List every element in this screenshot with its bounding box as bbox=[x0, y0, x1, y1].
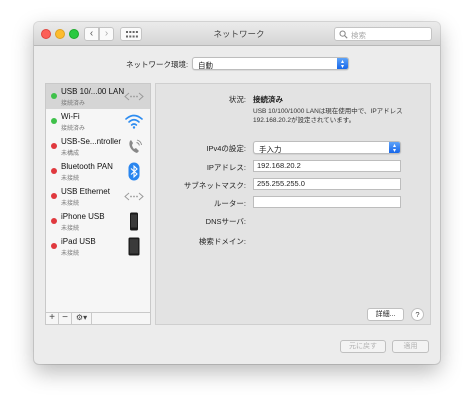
window-title: ネットワーク bbox=[213, 29, 265, 39]
service-name: Wi-Fi bbox=[61, 112, 80, 121]
minimize-window-button[interactable] bbox=[55, 29, 65, 39]
service-action-menu-button[interactable]: ⚙▾ bbox=[72, 313, 92, 324]
status-dot-icon bbox=[51, 118, 57, 124]
chevron-left-icon: ‹ bbox=[89, 28, 94, 39]
revert-button[interactable]: 元に戻す bbox=[340, 340, 386, 353]
service-item[interactable]: USB-Se...ntroller 未構成 bbox=[46, 134, 150, 159]
ip-address-label: IPアドレス: bbox=[206, 163, 246, 172]
search-placeholder: 検索 bbox=[351, 31, 366, 40]
add-service-button[interactable]: + bbox=[46, 313, 59, 324]
title-bar: ‹ › ネットワーク 検索 bbox=[34, 22, 440, 46]
location-label: ネットワーク環境: bbox=[126, 60, 189, 69]
iphone-icon bbox=[123, 211, 145, 232]
service-name: Bluetooth PAN bbox=[61, 162, 113, 171]
ethernet-icon bbox=[123, 186, 145, 207]
grid-icon bbox=[126, 31, 138, 38]
close-window-button[interactable] bbox=[41, 29, 51, 39]
service-name: iPhone USB bbox=[61, 212, 105, 221]
remove-service-button[interactable]: − bbox=[59, 313, 72, 324]
help-button[interactable]: ? bbox=[411, 308, 424, 321]
service-name: USB 10/...00 LAN bbox=[61, 87, 125, 96]
service-name: USB-Se...ntroller bbox=[61, 137, 122, 146]
ethernet-icon bbox=[123, 86, 145, 107]
service-item[interactable]: iPhone USB 未接続 bbox=[46, 209, 150, 234]
status-note-line-1: USB 10/100/1000 LANは現在使用中で、IPアドレス bbox=[253, 108, 403, 115]
service-status: 未接続 bbox=[61, 251, 80, 257]
search-field[interactable]: 検索 bbox=[334, 27, 432, 41]
popup-arrows-icon: ▴ ▾ bbox=[389, 142, 400, 154]
dns-server-label: DNSサーバ: bbox=[205, 217, 246, 226]
service-status: 未接続 bbox=[61, 201, 80, 207]
status-note-line-2: 192.168.20.2が設定されています。 bbox=[253, 117, 356, 124]
service-list[interactable]: USB 10/...00 LAN 接続済み Wi-Fi 接続済み USB-Se...nt… bbox=[45, 83, 151, 313]
status-label: 状況: bbox=[228, 95, 246, 104]
popup-arrows-icon: ▴ ▾ bbox=[337, 58, 348, 70]
status-dot-icon bbox=[51, 243, 57, 249]
apply-button[interactable]: 適用 bbox=[392, 340, 429, 353]
service-status: 未接続 bbox=[61, 176, 80, 182]
status-value: 接続済み bbox=[253, 95, 283, 104]
service-status: 接続済み bbox=[61, 126, 86, 132]
service-status: 未構成 bbox=[61, 151, 80, 157]
service-detail-panel: 状況: 接続済み USB 10/100/1000 LANは現在使用中で、IPアド… bbox=[155, 83, 431, 325]
status-dot-icon bbox=[51, 193, 57, 199]
location-value: 自動 bbox=[198, 61, 213, 70]
ip-address-field[interactable]: 192.168.20.2 bbox=[253, 160, 401, 172]
status-dot-icon bbox=[51, 93, 57, 99]
service-list-toolbar: + − ⚙▾ bbox=[45, 312, 151, 325]
service-item[interactable]: USB 10/...00 LAN 接続済み bbox=[46, 84, 150, 109]
wifi-icon bbox=[123, 111, 145, 132]
zoom-window-button[interactable] bbox=[69, 29, 79, 39]
phone-icon bbox=[123, 136, 145, 157]
service-name: iPad USB bbox=[61, 237, 96, 246]
router-label: ルーター: bbox=[213, 199, 246, 208]
show-all-button[interactable] bbox=[120, 27, 142, 41]
service-item[interactable]: iPad USB 未接続 bbox=[46, 234, 150, 259]
location-popup[interactable]: 自動 ▴ ▾ bbox=[192, 57, 349, 70]
advanced-button[interactable]: 詳細... bbox=[367, 308, 404, 321]
network-preferences-window: ‹ › ネットワーク 検索 ネットワーク環境: 自動 ▴ ▾ USB 10/... bbox=[34, 22, 440, 364]
service-item[interactable]: Wi-Fi 接続済み bbox=[46, 109, 150, 134]
search-icon bbox=[339, 30, 348, 39]
forward-button[interactable]: › bbox=[99, 27, 114, 41]
ipv4-config-popup[interactable]: 手入力 ▴ ▾ bbox=[253, 141, 401, 154]
service-status: 接続済み bbox=[61, 101, 86, 107]
subnet-mask-label: サブネットマスク: bbox=[183, 181, 246, 190]
search-domain-label: 検索ドメイン: bbox=[198, 237, 246, 246]
service-item[interactable]: Bluetooth PAN 未接続 bbox=[46, 159, 150, 184]
status-dot-icon bbox=[51, 218, 57, 224]
bluetooth-icon bbox=[123, 161, 145, 182]
chevron-right-icon: › bbox=[104, 28, 109, 39]
ipv4-config-value: 手入力 bbox=[259, 145, 282, 154]
back-button[interactable]: ‹ bbox=[84, 27, 99, 41]
router-field[interactable] bbox=[253, 196, 401, 208]
ipv4-config-label: IPv4の設定: bbox=[206, 144, 246, 153]
subnet-mask-field[interactable]: 255.255.255.0 bbox=[253, 178, 401, 190]
status-dot-icon bbox=[51, 168, 57, 174]
service-name: USB Ethernet bbox=[61, 187, 110, 196]
service-item[interactable]: USB Ethernet 未接続 bbox=[46, 184, 150, 209]
ipad-icon bbox=[123, 236, 145, 257]
service-status: 未接続 bbox=[61, 226, 80, 232]
status-dot-icon bbox=[51, 143, 57, 149]
